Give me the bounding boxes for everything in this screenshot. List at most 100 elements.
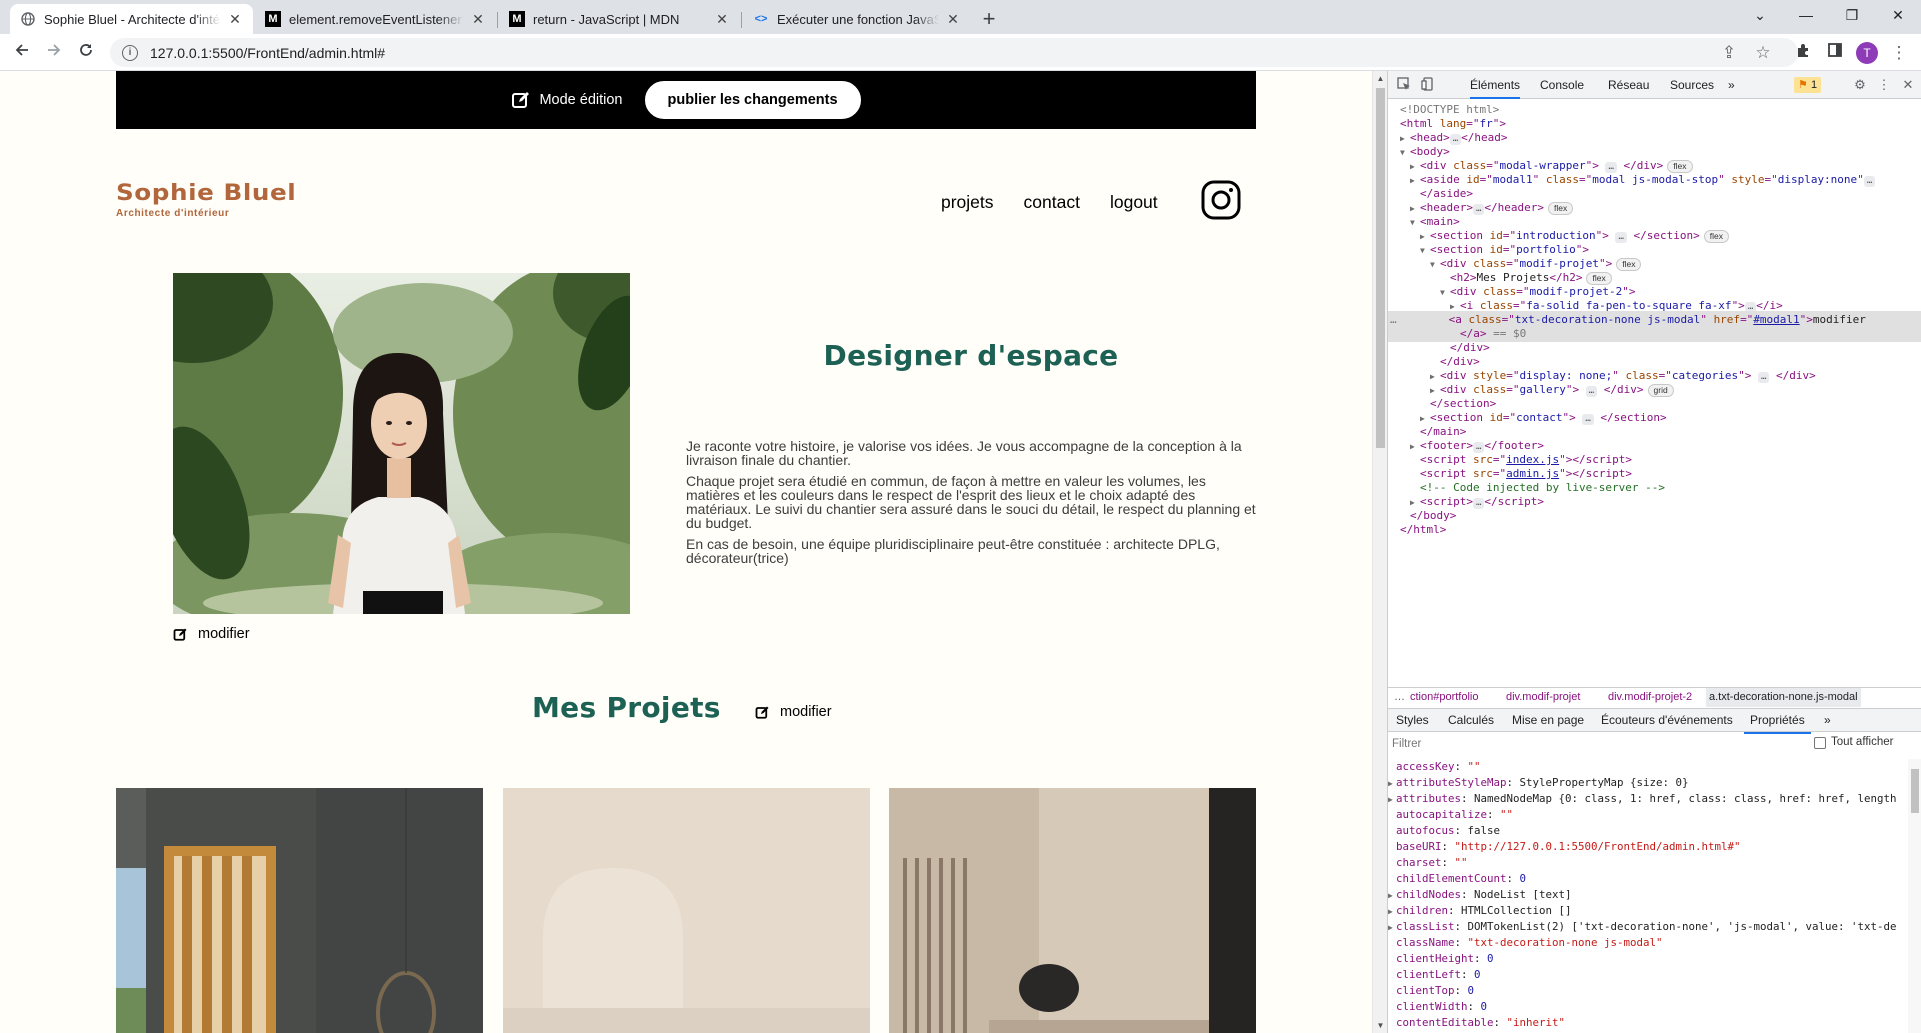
edit-mode-bar: Mode édition publier les changements bbox=[116, 71, 1256, 129]
property-row[interactable]: autocapitalize: "" bbox=[1396, 807, 1513, 823]
dom-node-aside-modal[interactable]: ▶ <aside id="modal1" class="modal js-moda… bbox=[1410, 171, 1876, 189]
modify-label: modifier bbox=[780, 704, 832, 720]
pen-to-square-icon bbox=[755, 706, 769, 719]
property-row[interactable]: ▶ attributeStyleMap: StylePropertyMap {si… bbox=[1388, 775, 1689, 792]
close-devtools-icon[interactable]: ✕ bbox=[1900, 77, 1916, 93]
property-row[interactable]: contentEditable: "inherit" bbox=[1396, 1015, 1565, 1031]
menu-kebab-icon[interactable]: ⋮ bbox=[1886, 40, 1912, 66]
close-window-button[interactable]: ✕ bbox=[1875, 0, 1921, 30]
edit-mode-indicator[interactable]: Mode édition bbox=[511, 90, 623, 110]
show-all-checkbox[interactable] bbox=[1814, 737, 1826, 749]
subtab-event-listeners[interactable]: Écouteurs d'événements bbox=[1601, 709, 1733, 732]
property-row[interactable]: ▶ children: HTMLCollection [] bbox=[1388, 903, 1572, 920]
minimize-button[interactable]: — bbox=[1783, 0, 1829, 30]
nav-projets[interactable]: projets bbox=[941, 192, 994, 213]
close-tab-icon[interactable]: ✕ bbox=[470, 11, 486, 28]
properties-filter-input[interactable] bbox=[1392, 736, 1712, 752]
issues-badge[interactable]: ⚑ 1 bbox=[1794, 77, 1822, 93]
scrollbar-thumb[interactable] bbox=[1376, 88, 1385, 448]
modify-intro-link[interactable]: modifier bbox=[173, 626, 250, 642]
address-bar[interactable]: i 127.0.0.1:5500/FrontEnd/admin.html# bbox=[110, 38, 1798, 67]
properties-scrollbar[interactable] bbox=[1908, 759, 1921, 1033]
expand-arrow-icon[interactable]: ▶ bbox=[1388, 920, 1396, 936]
scroll-down-arrow-icon[interactable]: ▼ bbox=[1373, 1018, 1388, 1033]
subtab-properties[interactable]: Propriétés bbox=[1744, 709, 1811, 734]
scrollbar-thumb[interactable] bbox=[1911, 769, 1919, 813]
nav-logout[interactable]: logout bbox=[1110, 192, 1158, 213]
devtools-tab-sources[interactable]: Sources bbox=[1670, 71, 1714, 99]
property-key: childElementCount bbox=[1396, 872, 1507, 885]
tab-removeeventlistener[interactable]: M element.removeEventListener - R ✕ bbox=[255, 4, 496, 34]
instagram-icon[interactable] bbox=[1200, 179, 1242, 221]
property-row[interactable]: ▶ childNodes: NodeList [text] bbox=[1388, 887, 1572, 904]
property-row[interactable]: charset: "" bbox=[1396, 855, 1468, 871]
tab-sophie-bluel[interactable]: Sophie Bluel - Architecte d'intérieur ✕ bbox=[10, 4, 253, 34]
back-icon[interactable] bbox=[9, 40, 35, 66]
close-tab-icon[interactable]: ✕ bbox=[714, 11, 730, 28]
profile-avatar[interactable]: T bbox=[1856, 42, 1878, 64]
breadcrumb-item[interactable]: ction#portfolio bbox=[1410, 688, 1479, 707]
property-row[interactable]: className: "txt-decoration-none js-modal… bbox=[1396, 935, 1663, 951]
property-row[interactable]: ▶ attributes: NamedNodeMap {0: class, 1: … bbox=[1388, 791, 1897, 808]
property-row[interactable]: clientWidth: 0 bbox=[1396, 999, 1487, 1015]
extensions-icon[interactable] bbox=[1790, 40, 1816, 66]
devtools-tab-network[interactable]: Réseau bbox=[1608, 71, 1649, 99]
scroll-up-arrow-icon[interactable]: ▲ bbox=[1373, 71, 1388, 86]
close-tab-icon[interactable]: ✕ bbox=[945, 11, 961, 28]
reload-icon[interactable] bbox=[73, 40, 99, 66]
settings-gear-icon[interactable]: ⚙ bbox=[1852, 77, 1868, 93]
subtab-styles[interactable]: Styles bbox=[1396, 709, 1429, 732]
logo-name: Sophie Bluel bbox=[116, 181, 297, 206]
more-subtabs-chevron-icon[interactable]: » bbox=[1824, 709, 1831, 732]
subtab-computed[interactable]: Calculés bbox=[1448, 709, 1494, 732]
new-tab-button[interactable]: + bbox=[976, 6, 1002, 32]
site-logo[interactable]: Sophie Bluel Architecte d'intérieur bbox=[116, 181, 296, 219]
gallery-image[interactable] bbox=[116, 788, 483, 1033]
subtab-layout[interactable]: Mise en page bbox=[1512, 709, 1584, 732]
devtools-tab-console[interactable]: Console bbox=[1540, 71, 1584, 99]
expand-arrow-icon[interactable]: ▶ bbox=[1388, 904, 1396, 920]
property-row[interactable]: baseURI: "http://127.0.0.1:5500/FrontEnd… bbox=[1396, 839, 1741, 855]
device-toolbar-icon[interactable] bbox=[1420, 77, 1436, 93]
publish-changes-button[interactable]: publier les changements bbox=[644, 81, 861, 119]
tab-return-mdn[interactable]: M return - JavaScript | MDN ✕ bbox=[499, 4, 740, 34]
breadcrumb-item[interactable]: div.modif-projet bbox=[1506, 688, 1580, 707]
page-scrollbar[interactable]: ▲ ▼ bbox=[1372, 71, 1387, 1033]
expand-arrow-icon[interactable]: ▶ bbox=[1388, 888, 1396, 904]
site-info-icon[interactable]: i bbox=[122, 44, 138, 61]
breadcrumb-item[interactable]: div.modif-projet-2 bbox=[1608, 688, 1692, 707]
property-key: charset bbox=[1396, 856, 1442, 869]
close-tab-icon[interactable]: ✕ bbox=[227, 11, 243, 28]
property-row[interactable]: ▶ classList: DOMTokenList(2) ['txt-decora… bbox=[1388, 919, 1897, 936]
gallery-image[interactable] bbox=[889, 788, 1256, 1033]
restore-button[interactable]: ❐ bbox=[1829, 0, 1875, 30]
modify-projects-link[interactable]: modifier bbox=[755, 704, 832, 720]
share-icon[interactable]: ⇪ bbox=[1716, 40, 1742, 66]
nav-contact[interactable]: contact bbox=[1024, 192, 1080, 213]
property-key: className bbox=[1396, 936, 1455, 949]
side-panel-icon[interactable] bbox=[1822, 40, 1848, 66]
property-row[interactable]: autofocus: false bbox=[1396, 823, 1500, 839]
devtools-tab-elements[interactable]: Éléments bbox=[1470, 71, 1521, 99]
property-row[interactable]: clientHeight: 0 bbox=[1396, 951, 1494, 967]
more-tabs-chevron-icon[interactable]: » bbox=[1728, 71, 1735, 99]
expand-arrow-icon[interactable]: ▶ bbox=[1388, 776, 1396, 792]
property-row[interactable]: clientLeft: 0 bbox=[1396, 967, 1481, 983]
property-row[interactable]: clientTop: 0 bbox=[1396, 983, 1474, 999]
property-value: 0 bbox=[1467, 984, 1475, 997]
tab-executer-fonction[interactable]: <> Exécuter une fonction JavaScript ✕ bbox=[743, 4, 971, 34]
dom-node-html-close[interactable]: </html> bbox=[1400, 521, 1446, 538]
forward-icon[interactable] bbox=[41, 40, 67, 66]
breadcrumb-ellipsis[interactable]: … bbox=[1394, 688, 1405, 707]
property-row[interactable]: accessKey: "" bbox=[1396, 759, 1481, 775]
devtools-menu-icon[interactable]: ⋮ bbox=[1876, 77, 1892, 93]
gallery-image[interactable] bbox=[503, 788, 870, 1033]
breadcrumb-item-active[interactable]: a.txt-decoration-none.js-modal bbox=[1706, 688, 1861, 707]
expand-arrow-icon[interactable]: ▶ bbox=[1388, 792, 1396, 808]
inspect-element-icon[interactable] bbox=[1396, 77, 1412, 93]
bookmark-star-icon[interactable]: ☆ bbox=[1750, 40, 1776, 66]
property-row[interactable]: childElementCount: 0 bbox=[1396, 871, 1526, 887]
dom-tree: <!DOCTYPE html> <html lang="fr"> ▶ <head>… bbox=[1388, 101, 1921, 661]
tab-search-icon[interactable]: ⌄ bbox=[1737, 0, 1783, 30]
projects-title: Mes Projets bbox=[532, 691, 721, 724]
